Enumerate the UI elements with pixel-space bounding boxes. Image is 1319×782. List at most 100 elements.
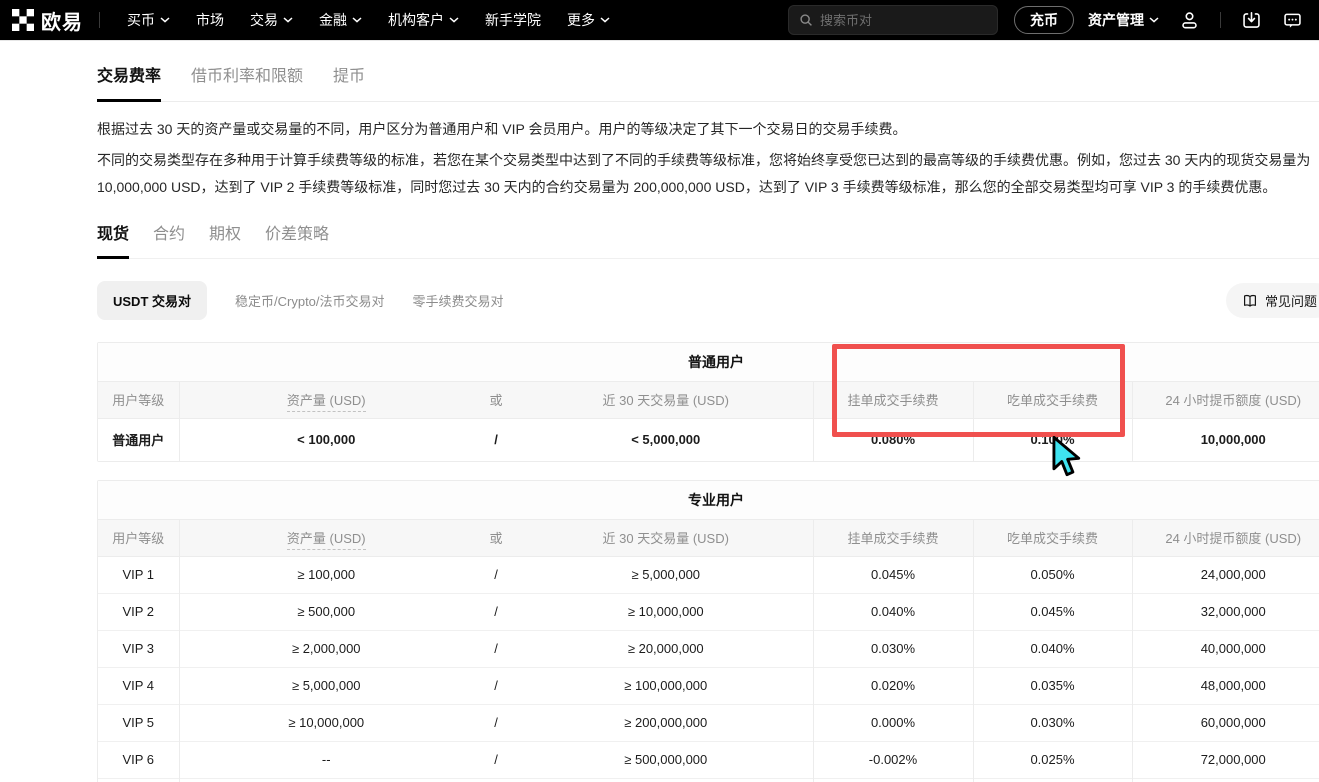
table-row: VIP 2≥ 500,000/≥ 10,000,0000.040%0.045%3… [98, 593, 1319, 630]
chevron-down-icon [352, 17, 362, 23]
table-cell: 0.030% [973, 704, 1132, 741]
nav-item-label: 机构客户 [388, 10, 444, 30]
table-cell: ≥ 5,000,000 [179, 667, 473, 704]
table-cell: VIP 5 [98, 704, 179, 741]
table-cell: ≥ 200,000,000 [519, 704, 813, 741]
column-header: 吃单成交手续费 [973, 519, 1132, 556]
intro-paragraph-1: 根据过去 30 天的资产量或交易量的不同，用户区分为普通用户和 VIP 会员用户… [97, 116, 1319, 143]
search-icon [799, 13, 813, 27]
nav-item-institutional[interactable]: 机构客户 [375, 0, 472, 40]
table-row: 普通用户< 100,000/< 5,000,0000.080%0.100%10,… [98, 418, 1319, 461]
column-header: 或 [473, 519, 519, 556]
table-cell: 40,000,000 [1132, 630, 1319, 667]
nav-item-more[interactable]: 更多 [554, 0, 623, 40]
table-title-row: 专业用户 [98, 481, 1319, 519]
nav-item-markets[interactable]: 市场 [183, 0, 237, 40]
table-cell: / [473, 704, 519, 741]
chevron-down-icon [1149, 17, 1159, 23]
download-app-button[interactable] [1241, 10, 1262, 31]
table-cell: 0.045% [973, 593, 1132, 630]
filter-usdt-pairs[interactable]: USDT 交易对 [97, 281, 207, 320]
table-cell: < 100,000 [179, 418, 473, 461]
page-tabs: 交易费率借币利率和限额提币 [97, 54, 1319, 102]
table-cell: 24,000,000 [1132, 556, 1319, 593]
table-cell: VIP 3 [98, 630, 179, 667]
intro-text: 根据过去 30 天的资产量或交易量的不同，用户区分为普通用户和 VIP 会员用户… [97, 116, 1319, 201]
tab-withdrawal[interactable]: 提币 [333, 54, 365, 102]
table-row: VIP 6--/≥ 500,000,000-0.002%0.025%72,000… [98, 741, 1319, 778]
table-cell: VIP 1 [98, 556, 179, 593]
table-cell: 10,000,000 [1132, 418, 1319, 461]
table-cell: ≥ 100,000,000 [519, 667, 813, 704]
okx-logo-icon [12, 9, 34, 31]
table-row: VIP 7--/≥ 1,000,000,000-0.005%0.020%80,0… [98, 778, 1319, 782]
nav-item-trade[interactable]: 交易 [237, 0, 306, 40]
table-cell: -- [179, 741, 473, 778]
market-type-tabs: 现货合约期权价差策略 [97, 211, 1319, 259]
tooltip-header[interactable]: 资产量 (USD) [287, 531, 366, 550]
table-cell: VIP 7 [98, 778, 179, 782]
table-cell: VIP 6 [98, 741, 179, 778]
table-header-row: 用户等级资产量 (USD)或近 30 天交易量 (USD)挂单成交手续费吃单成交… [98, 519, 1319, 556]
tab-spot[interactable]: 现货 [97, 211, 129, 259]
chevron-down-icon [600, 17, 610, 23]
tooltip-header[interactable]: 资产量 (USD) [287, 393, 366, 412]
nav-item-finance[interactable]: 金融 [306, 0, 375, 40]
column-header: 24 小时提币额度 (USD) [1132, 381, 1319, 418]
chevron-down-icon [160, 17, 170, 23]
nav-item-label: 金融 [319, 10, 347, 30]
table-cell: 0.080% [813, 418, 973, 461]
deposit-button[interactable]: 充币 [1014, 6, 1074, 34]
nav-item-buy-crypto[interactable]: 买币 [114, 0, 183, 40]
column-header: 近 30 天交易量 (USD) [519, 519, 813, 556]
nav-item-label: 更多 [567, 10, 595, 30]
search-box[interactable] [788, 5, 998, 35]
column-header: 资产量 (USD) [179, 381, 473, 418]
tab-options[interactable]: 期权 [209, 211, 241, 259]
table-cell: ≥ 10,000,000 [179, 704, 473, 741]
assets-menu[interactable]: 资产管理 [1088, 10, 1159, 30]
table-cell: 0.035% [973, 667, 1132, 704]
table-cell: ≥ 5,000,000 [519, 556, 813, 593]
table-cell: ≥ 500,000 [179, 593, 473, 630]
filter-zero-fee-pairs[interactable]: 零手续费交易对 [413, 281, 504, 320]
tab-spread[interactable]: 价差策略 [265, 211, 329, 259]
support-chat-button[interactable] [1282, 10, 1303, 31]
okx-logo[interactable]: 欧易 [12, 6, 83, 35]
column-header: 近 30 天交易量 (USD) [519, 381, 813, 418]
table-cell: ≥ 500,000,000 [519, 741, 813, 778]
search-input[interactable] [820, 13, 987, 28]
column-header: 或 [473, 381, 519, 418]
tab-borrow-rates-limits[interactable]: 借币利率和限额 [191, 54, 303, 102]
table-cell: 0.020% [973, 778, 1132, 782]
table-cell: 0.045% [813, 556, 973, 593]
table-cell: 72,000,000 [1132, 741, 1319, 778]
intro-paragraph-2: 不同的交易类型存在多种用于计算手续费等级的标准，若您在某个交易类型中达到了不同的… [97, 147, 1319, 201]
tab-trading-fees[interactable]: 交易费率 [97, 54, 161, 102]
table-cell: 0.000% [813, 704, 973, 741]
table-cell: / [473, 556, 519, 593]
table-cell: 80,000,000 [1132, 778, 1319, 782]
tab-futures[interactable]: 合约 [153, 211, 185, 259]
top-navbar: 欧易 买币市场交易 金融 机构客户 新手学院更多 充币 资产管理 [0, 0, 1319, 40]
table-cell: 普通用户 [98, 418, 179, 461]
table-cell: -0.005% [813, 778, 973, 782]
page-content: 交易费率借币利率和限额提币 根据过去 30 天的资产量或交易量的不同，用户区分为… [97, 40, 1319, 782]
table-cell: 32,000,000 [1132, 593, 1319, 630]
table-cell: / [473, 593, 519, 630]
nav-item-academy[interactable]: 新手学院 [472, 0, 554, 40]
profile-button[interactable] [1179, 10, 1200, 31]
filter-stable-crypto-fiat-pairs[interactable]: 稳定币/Crypto/法币交易对 [235, 281, 385, 320]
table-title: 专业用户 [98, 481, 1319, 519]
nav-item-label: 交易 [250, 10, 278, 30]
column-header: 挂单成交手续费 [813, 519, 973, 556]
nav-right: 充币 资产管理 [788, 5, 1303, 35]
table-cell: 0.025% [973, 741, 1132, 778]
chevron-down-icon [449, 17, 459, 23]
chat-icon [1282, 10, 1303, 31]
table-cell: -- [179, 778, 473, 782]
table-cell: 0.030% [813, 630, 973, 667]
nav-divider [1220, 12, 1221, 28]
main-menu: 买币市场交易 金融 机构客户 新手学院更多 [114, 0, 623, 40]
faq-button[interactable]: 常见问题 [1226, 283, 1319, 318]
